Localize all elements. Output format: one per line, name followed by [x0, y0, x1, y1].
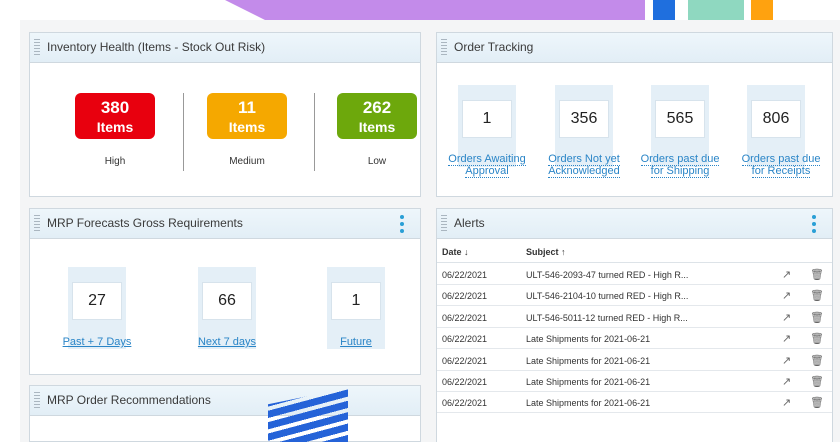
alert-subject: ULT-546-2093-47 turned RED - High R... [526, 270, 689, 280]
future-link[interactable]: Future [306, 336, 406, 348]
alert-subject: ULT-546-5011-12 turned RED - High R... [526, 312, 688, 323]
panel-header: Order Tracking [437, 33, 832, 63]
trash-icon[interactable]: 🗑 [810, 332, 824, 345]
low-risk-label: Low [367, 156, 387, 167]
order-tracking-panel: Order Tracking 1 Orders Awaiting Approva… [436, 32, 833, 197]
panel-header: MRP Order Recommendations [30, 386, 420, 416]
trash-icon[interactable]: 🗑 [810, 268, 824, 281]
orders-not-acknowledged-link[interactable]: Orders Not yet Acknowledged [534, 153, 634, 178]
panel-title: Inventory Health (Items - Stock Out Risk… [47, 40, 266, 54]
panel-header: MRP Forecasts Gross Requirements [30, 209, 420, 239]
alert-date: 06/22/2021 [442, 334, 488, 345]
alert-subject: ULT-546-2104-10 turned RED - High R... [526, 291, 689, 302]
panel-header: Inventory Health (Items - Stock Out Risk… [30, 33, 420, 63]
subject-column-header[interactable]: Subject ↑ [526, 247, 566, 257]
drag-handle-icon[interactable] [34, 215, 40, 233]
high-risk-badge[interactable]: 380 Items [75, 93, 155, 139]
panel-title: MRP Order Recommendations [47, 393, 211, 407]
alert-date: 06/22/2021 [442, 355, 488, 366]
orders-past-due-shipping-link[interactable]: Orders past due for Shipping [630, 153, 730, 178]
more-options-icon[interactable] [400, 215, 404, 233]
alerts-panel: Alerts Date ↓ Subject ↑ 06/22/2021 ULT-54… [436, 208, 833, 442]
external-link-icon[interactable]: ↗ [782, 332, 791, 345]
divider [183, 93, 184, 171]
orders-awaiting-approval-link[interactable]: Orders Awaiting Approval [437, 153, 537, 178]
high-risk-label: High [104, 156, 126, 167]
panel-title: Alerts [454, 216, 485, 230]
alert-date: 06/22/2021 [442, 291, 488, 302]
low-risk-badge[interactable]: 262 Items [337, 93, 417, 139]
table-row[interactable]: 06/22/2021 ULT-546-2104-10 turned RED - H… [437, 285, 832, 307]
divider [314, 93, 315, 171]
alert-date: 06/22/2021 [442, 377, 488, 387]
trash-icon[interactable]: 🗑 [810, 289, 824, 302]
trash-icon[interactable]: 🗑 [810, 354, 824, 367]
drag-handle-icon[interactable] [441, 39, 447, 57]
external-link-icon[interactable]: ↗ [782, 354, 791, 367]
panel-title: Order Tracking [454, 40, 534, 54]
trash-icon[interactable]: 🗑 [810, 311, 824, 324]
alert-subject: Late Shipments for 2021-06-21 [526, 398, 651, 409]
table-row[interactable]: 06/22/2021 ULT-546-2093-47 turned RED - H… [437, 264, 832, 285]
table-row[interactable]: 06/22/2021 Late Shipments for 2021-06-21 ↗… [437, 371, 832, 392]
past-7-days-link[interactable]: Past + 7 Days [47, 336, 147, 348]
external-link-icon[interactable]: ↗ [782, 268, 791, 281]
alert-date: 06/22/2021 [442, 270, 488, 280]
table-row[interactable]: 06/22/2021 Late Shipments for 2021-06-21 ↗… [437, 328, 832, 350]
dashboard-canvas: Inventory Health (Items - Stock Out Risk… [20, 20, 840, 442]
drag-handle-icon[interactable] [441, 215, 447, 233]
external-link-icon[interactable]: ↗ [782, 375, 791, 388]
drag-handle-icon[interactable] [34, 392, 40, 410]
alert-subject: Late Shipments for 2021-06-21 [526, 355, 651, 366]
alert-subject: Late Shipments for 2021-06-21 [526, 377, 651, 387]
table-row[interactable]: 06/22/2021 Late Shipments for 2021-06-21 ↗… [437, 392, 832, 414]
medium-risk-label: Medium [229, 156, 265, 167]
external-link-icon[interactable]: ↗ [782, 311, 791, 324]
drag-handle-icon[interactable] [34, 39, 40, 57]
decorative-purple-bar [225, 0, 645, 20]
trash-icon[interactable]: 🗑 [810, 396, 824, 409]
medium-risk-badge[interactable]: 11 Items [207, 93, 287, 139]
alert-subject: Late Shipments for 2021-06-21 [526, 334, 651, 345]
table-row[interactable]: 06/22/2021 Late Shipments for 2021-06-21 ↗… [437, 350, 832, 371]
next-7-days-link[interactable]: Next 7 days [177, 336, 277, 348]
table-row[interactable]: 06/22/2021 ULT-546-5011-12 turned RED - H… [437, 307, 832, 328]
mrp-forecasts-panel: MRP Forecasts Gross Requirements 27 Past… [29, 208, 421, 375]
panel-header: Alerts [437, 209, 832, 239]
panel-title: MRP Forecasts Gross Requirements [47, 216, 243, 230]
alert-date: 06/22/2021 [442, 312, 488, 323]
external-link-icon[interactable]: ↗ [782, 396, 791, 409]
date-column-header[interactable]: Date ↓ [442, 247, 469, 257]
more-options-icon[interactable] [812, 215, 816, 233]
inventory-health-panel: Inventory Health (Items - Stock Out Risk… [29, 32, 421, 197]
mrp-order-recommendations-panel: MRP Order Recommendations [29, 385, 421, 442]
orders-past-due-receipts-link[interactable]: Orders past due for Receipts [731, 153, 831, 178]
external-link-icon[interactable]: ↗ [782, 289, 791, 302]
trash-icon[interactable]: 🗑 [810, 375, 824, 388]
alert-date: 06/22/2021 [442, 398, 488, 409]
alerts-table-header: Date ↓ Subject ↑ [437, 241, 832, 263]
